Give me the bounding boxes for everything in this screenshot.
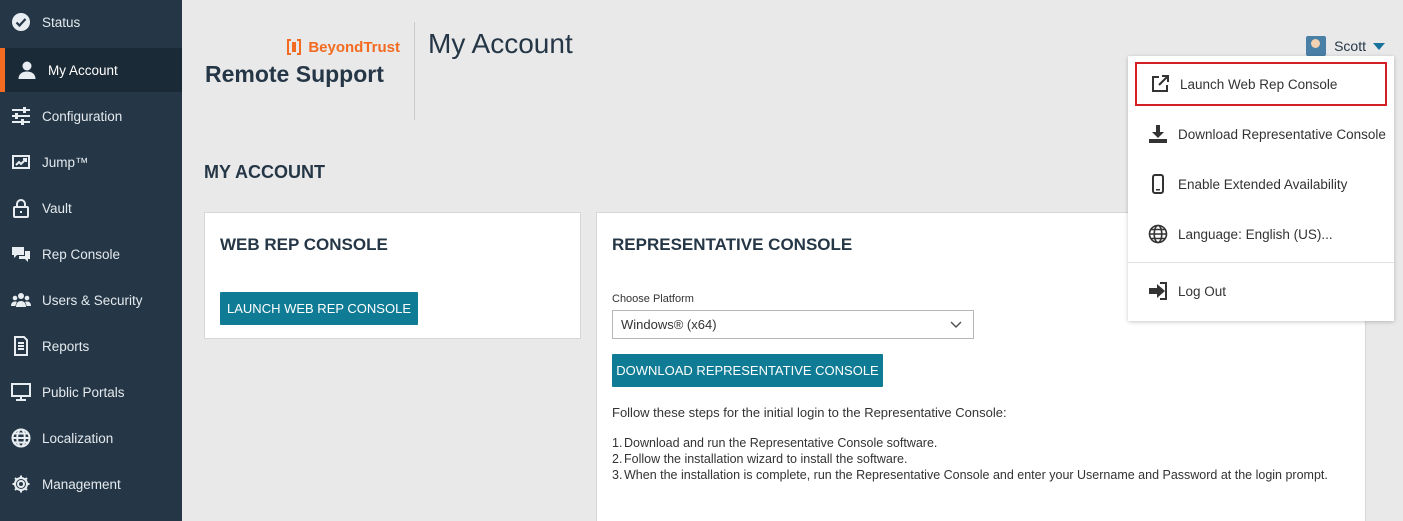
mobile-icon [1147, 173, 1169, 195]
users-icon [10, 289, 32, 311]
list-item: 1. Download and run the Representative Co… [612, 436, 938, 450]
sidebar-item-label: Rep Console [42, 246, 121, 262]
product-name: Remote Support [205, 61, 384, 87]
sidebar-item-label: Public Portals [42, 384, 125, 400]
menu-item-enable-extended-availability[interactable]: Enable Extended Availability [1135, 162, 1387, 206]
steps-intro: Follow these steps for the initial login… [612, 405, 1007, 420]
steps-list: 1. Download and run the Representative Co… [612, 435, 1352, 483]
platform-select[interactable]: Windows® (x64) [612, 310, 974, 339]
logout-icon [1147, 280, 1169, 302]
report-icon [10, 335, 32, 357]
web-rep-console-card: WEB REP CONSOLE LAUNCH WEB REP CONSOLE [204, 212, 581, 339]
monitor-icon [10, 381, 32, 403]
sidebar-item-configuration[interactable]: Configuration [0, 94, 182, 138]
launch-web-rep-console-button[interactable]: LAUNCH WEB REP CONSOLE [220, 292, 418, 325]
check-circle-icon [10, 11, 32, 33]
external-link-icon [1149, 73, 1171, 95]
avatar [1306, 36, 1327, 56]
menu-item-label: Log Out [1178, 283, 1227, 299]
sidebar-item-public-portals[interactable]: Public Portals [0, 370, 182, 414]
user-dropdown-menu: Launch Web Rep Console Download Represen… [1128, 56, 1394, 321]
sidebar-item-my-account[interactable]: My Account [0, 48, 182, 92]
beyondtrust-logo-icon [287, 39, 302, 55]
sidebar: Status My Account Configuration Jump™ Va… [0, 0, 182, 521]
sidebar-item-rep-console[interactable]: Rep Console [0, 232, 182, 276]
sidebar-item-label: Status [42, 14, 81, 30]
user-icon [16, 59, 38, 81]
globe-icon [10, 427, 32, 449]
sidebar-item-localization[interactable]: Localization [0, 416, 182, 460]
platform-label: Choose Platform [612, 293, 694, 305]
section-title: MY ACCOUNT [204, 162, 325, 182]
menu-item-language[interactable]: Language: English (US)... [1135, 212, 1387, 256]
user-menu-toggle[interactable]: Scott [1306, 36, 1385, 56]
gear-icon [10, 473, 32, 495]
chat-icon [10, 243, 32, 265]
sidebar-item-label: Management [42, 476, 121, 492]
product-logo: BeyondTrust Remote Support [205, 37, 400, 88]
page-title: My Account [428, 28, 573, 59]
sidebar-item-label: My Account [48, 62, 118, 78]
sidebar-item-management[interactable]: Management [0, 462, 182, 506]
sliders-icon [10, 105, 32, 127]
caret-down-icon [1373, 42, 1385, 50]
sidebar-item-status[interactable]: Status [0, 0, 182, 44]
sidebar-item-reports[interactable]: Reports [0, 324, 182, 368]
list-item: 3. When the installation is complete, run… [612, 468, 1328, 482]
globe-icon [1147, 223, 1169, 245]
sidebar-item-jump[interactable]: Jump™ [0, 140, 182, 184]
sidebar-item-users-security[interactable]: Users & Security [0, 278, 182, 322]
menu-item-label: Download Representative Console [1178, 126, 1386, 142]
menu-item-launch-web-rep-console[interactable]: Launch Web Rep Console [1135, 62, 1387, 106]
card-title: REPRESENTATIVE CONSOLE [612, 235, 853, 254]
sidebar-item-label: Users & Security [42, 292, 143, 308]
card-title: WEB REP CONSOLE [220, 235, 388, 254]
menu-item-log-out[interactable]: Log Out [1135, 269, 1387, 313]
sidebar-item-label: Configuration [42, 108, 123, 124]
sidebar-item-label: Jump™ [42, 154, 89, 170]
chevron-down-icon [950, 321, 962, 329]
brand-name: BeyondTrust [308, 38, 400, 56]
sidebar-item-label: Vault [42, 200, 72, 216]
sidebar-item-vault[interactable]: Vault [0, 186, 182, 230]
menu-item-label: Language: English (US)... [1178, 226, 1333, 242]
sidebar-item-label: Reports [42, 338, 90, 354]
list-item: 2. Follow the installation wizard to inst… [612, 452, 908, 466]
jump-icon [10, 151, 32, 173]
menu-item-download-representative-console[interactable]: Download Representative Console [1135, 112, 1387, 156]
download-icon [1147, 123, 1169, 145]
download-representative-console-button[interactable]: DOWNLOAD REPRESENTATIVE CONSOLE [612, 354, 883, 387]
menu-divider [1128, 262, 1394, 263]
brand-logo: BeyondTrust [205, 37, 400, 57]
user-name: Scott [1334, 38, 1366, 54]
menu-item-label: Launch Web Rep Console [1180, 76, 1338, 92]
lock-icon [10, 197, 32, 219]
platform-select-value: Windows® (x64) [621, 317, 717, 332]
header-divider [414, 22, 415, 120]
menu-item-label: Enable Extended Availability [1178, 176, 1348, 192]
sidebar-item-label: Localization [42, 430, 114, 446]
